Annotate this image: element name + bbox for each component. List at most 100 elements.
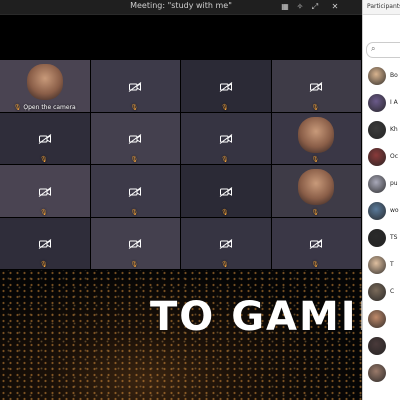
grid-view-icon[interactable]: ▦ [280, 2, 290, 12]
mic-muted-icon: 🎙 [39, 156, 48, 163]
participant-name-label: 🎙 [0, 261, 90, 268]
video-tile[interactable]: 🎙 [271, 217, 362, 269]
participant-list-name: pu [390, 180, 398, 187]
mic-muted-icon: 🎙 [311, 208, 320, 216]
avatar [368, 175, 386, 193]
participant-list-name: wo [390, 207, 399, 214]
camera-off-icon [38, 182, 52, 197]
mic-muted-icon: 🎙 [311, 261, 320, 268]
camera-off-icon [128, 182, 142, 197]
camera-off-icon [219, 129, 233, 145]
avatar [368, 229, 386, 247]
camera-off-icon [38, 129, 52, 145]
participant-list-item[interactable]: T [363, 253, 400, 279]
participant-list-item[interactable]: I A [363, 91, 400, 117]
camera-off-icon [219, 234, 233, 250]
participant-name-label: 🎙 [272, 261, 362, 268]
title-bar: Meeting: "study with me" ▦ ✧ ⤢ ✕ [0, 0, 362, 15]
avatar [368, 283, 386, 301]
camera-off-icon [309, 77, 323, 92]
mic-muted-icon: 🎙 [130, 261, 139, 268]
video-tile[interactable]: 🎙 [90, 217, 181, 269]
participant-list-item[interactable] [363, 361, 400, 387]
wallpaper-text: TO GAMIN [150, 294, 362, 340]
video-grid: 🎙 Ọpen the camera 🎙 🎙 🎙 🎙 🎙 🎙 🎙 🎙 🎙 🎙 🎙 🎙 🎙 🎙 🎙 [0, 60, 362, 270]
video-tile[interactable]: 🎙 [181, 165, 271, 217]
participant-list-item[interactable]: wo [363, 199, 400, 225]
participant-name-label: 🎙 [0, 209, 90, 216]
camera-off-icon [38, 234, 52, 250]
mic-muted-icon: 🎙 [13, 103, 22, 111]
participant-list-item[interactable]: C [363, 280, 400, 306]
participant-name-label: 🎙 [91, 156, 181, 163]
participant-name-label: 🎙 [272, 104, 362, 111]
participant-list-name: C [390, 288, 395, 295]
avatar [368, 337, 386, 355]
participant-name-label: 🎙 [181, 209, 271, 216]
mic-muted-icon: 🎙 [130, 103, 139, 111]
avatar [368, 256, 386, 274]
participant-video [298, 116, 335, 153]
video-tile[interactable]: 🎙 [90, 165, 181, 217]
participant-list-item[interactable]: Kh [363, 118, 400, 144]
participant-video [298, 169, 335, 206]
video-tile[interactable]: 🎙 [271, 112, 362, 164]
mic-muted-icon: 🎙 [130, 156, 139, 163]
camera-off-icon [309, 234, 323, 250]
mic-muted-icon: 🎙 [311, 103, 320, 111]
participant-list-item[interactable] [363, 334, 400, 360]
fullscreen-icon[interactable]: ⤢ [310, 2, 320, 12]
camera-off-icon [128, 77, 142, 92]
participant-name-label: 🎙 [91, 104, 181, 111]
avatar [368, 310, 386, 328]
camera-off-icon [128, 129, 142, 145]
participant-name-label: 🎙 [181, 156, 271, 163]
participant-name-label: 🎙 [272, 156, 362, 163]
window-title: Meeting: "study with me" [130, 1, 232, 10]
participants-header: Participants [363, 0, 400, 15]
video-tile[interactable]: 🎙 [0, 112, 90, 164]
video-tile[interactable]: 🎙 [0, 165, 90, 217]
mic-muted-icon: 🎙 [220, 156, 229, 163]
avatar [368, 121, 386, 139]
avatar [368, 67, 386, 85]
video-tile[interactable]: 🎙 [90, 112, 181, 164]
participant-list-item[interactable]: Oc [363, 145, 400, 171]
participant-name-label: 🎙 [91, 209, 181, 216]
video-tile[interactable]: 🎙 [181, 112, 271, 164]
camera-off-icon [219, 77, 233, 92]
participant-list-name: Oc [390, 153, 399, 160]
participant-list-item[interactable]: TS [363, 226, 400, 252]
participant-list-item[interactable] [363, 307, 400, 333]
avatar [368, 364, 386, 382]
participant-list-item[interactable]: pu [363, 172, 400, 198]
participant-search-input[interactable]: ⌕ [366, 42, 400, 58]
close-icon[interactable]: ✕ [330, 2, 340, 12]
video-tile[interactable]: 🎙 Ọpen the camera [0, 60, 90, 112]
participant-name-label: 🎙 [0, 156, 90, 163]
desktop-wallpaper: TO GAMIN [0, 270, 362, 400]
mic-muted-icon: 🎙 [220, 261, 229, 268]
pin-icon[interactable]: ✧ [295, 2, 305, 12]
mic-muted-icon: 🎙 [39, 208, 48, 216]
video-tile[interactable]: 🎙 [0, 217, 90, 269]
video-tile[interactable]: 🎙 [271, 165, 362, 217]
participants-panel: Participants ⌕ Bo I A Kh Oc pu wo TS T C [362, 0, 400, 400]
video-tile[interactable]: 🎙 [271, 60, 362, 112]
search-icon: ⌕ [371, 44, 376, 53]
participant-name-label: 🎙 [91, 261, 181, 268]
participant-name-label: 🎙 Ọpen the camera [0, 104, 90, 111]
participant-name-label: 🎙 [272, 209, 362, 216]
participant-list-name: T [390, 261, 394, 268]
participant-list-item[interactable]: Bo [363, 64, 400, 90]
mic-muted-icon: 🎙 [130, 208, 139, 216]
avatar [368, 148, 386, 166]
video-tile[interactable]: 🎙 [181, 217, 271, 269]
video-tile[interactable]: 🎙 [90, 60, 181, 112]
video-tile[interactable]: 🎙 [181, 60, 271, 112]
meeting-window: Meeting: "study with me" ▦ ✧ ⤢ ✕ 🎙 Ọpen t… [0, 0, 362, 270]
camera-off-icon [128, 234, 142, 250]
participant-list-name: Bo [390, 72, 398, 79]
mic-muted-icon: 🎙 [39, 261, 48, 268]
participant-list-name: I A [390, 99, 398, 106]
